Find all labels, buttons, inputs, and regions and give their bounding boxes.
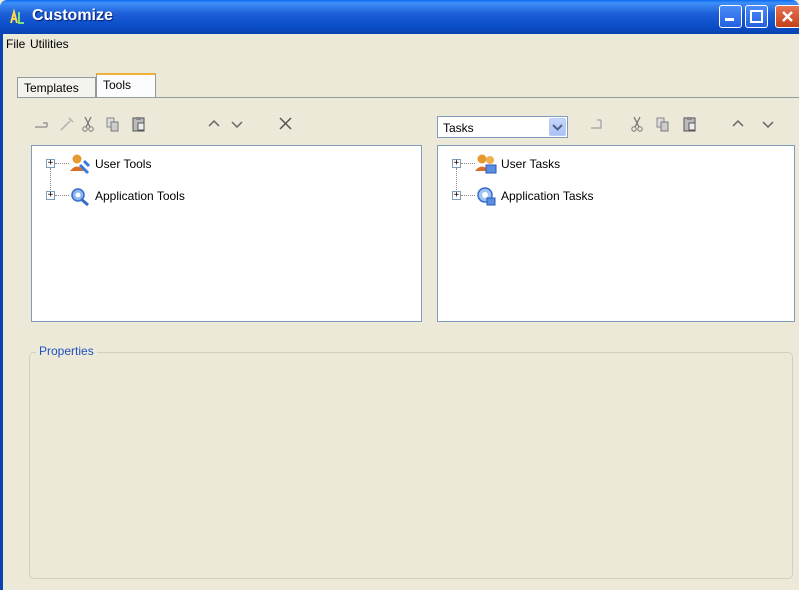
edit-tool-button[interactable]	[58, 115, 76, 133]
user-tools-icon	[70, 154, 91, 175]
maximize-button[interactable]	[745, 5, 768, 28]
properties-label: Properties	[36, 344, 97, 358]
close-button[interactable]	[775, 5, 799, 28]
window-title: Customize	[32, 7, 113, 24]
expand-icon[interactable]: +	[46, 191, 55, 200]
menu-bar: File Utilities	[0, 34, 799, 54]
tree-connector	[461, 195, 475, 196]
tab-templates[interactable]: Templates	[17, 77, 96, 98]
move-down-icon	[762, 121, 774, 129]
add-task-button[interactable]	[588, 115, 606, 133]
tree-item-label: User Tasks	[501, 157, 561, 171]
title-bar[interactable]: Customize	[0, 0, 799, 34]
copy-icon	[106, 117, 119, 132]
paste-button[interactable]	[681, 115, 699, 133]
dropdown-value: Tasks	[443, 121, 474, 135]
expand-icon[interactable]: +	[452, 191, 461, 200]
tree-item-user-tasks[interactable]: + User Tasks	[438, 154, 794, 174]
menu-file[interactable]: File	[6, 37, 25, 51]
cut-button[interactable]	[79, 115, 97, 133]
delete-button[interactable]	[277, 115, 295, 133]
tree-item-application-tools[interactable]: + Application Tools	[32, 186, 421, 207]
move-up-button[interactable]	[205, 115, 223, 133]
app-icon	[10, 9, 24, 24]
tab-tools[interactable]: Tools	[96, 73, 156, 98]
paste-button[interactable]	[130, 115, 148, 133]
application-tasks-icon	[477, 187, 496, 206]
paste-icon	[683, 117, 696, 132]
minimize-button[interactable]	[719, 5, 742, 28]
minimize-icon	[725, 18, 734, 21]
user-tasks-icon	[475, 154, 497, 174]
add-task-icon	[591, 119, 602, 129]
expand-icon[interactable]: +	[452, 159, 461, 168]
tree-item-label: User Tools	[95, 157, 152, 171]
tree-connector	[461, 163, 475, 164]
add-tool-icon	[35, 122, 48, 128]
tools-tree[interactable]: + User Tools + Application Tools	[31, 145, 422, 322]
edit-tool-icon	[60, 117, 74, 131]
copy-button[interactable]	[104, 115, 122, 133]
maximize-icon	[750, 10, 763, 23]
add-tool-button[interactable]	[33, 115, 51, 133]
properties-group	[29, 352, 793, 579]
tab-panel-border	[17, 97, 799, 98]
move-up-button[interactable]	[729, 115, 747, 133]
move-down-button[interactable]	[759, 115, 777, 133]
move-down-button[interactable]	[228, 115, 246, 133]
tree-connector	[55, 195, 69, 196]
tasks-tree[interactable]: + User Tasks + Application Tasks	[437, 145, 795, 322]
tree-item-user-tools[interactable]: + User Tools	[32, 154, 421, 175]
move-up-icon	[208, 119, 220, 127]
close-icon	[782, 11, 793, 22]
move-up-icon	[732, 119, 744, 127]
cut-button[interactable]	[628, 115, 646, 133]
application-tools-icon	[71, 188, 89, 207]
chevron-down-icon	[552, 124, 563, 131]
task-type-dropdown[interactable]: Tasks	[437, 116, 568, 138]
dropdown-arrow-button[interactable]	[549, 118, 566, 136]
copy-icon	[656, 117, 669, 132]
menu-utilities[interactable]: Utilities	[30, 37, 69, 51]
expand-icon[interactable]: +	[46, 159, 55, 168]
paste-icon	[132, 117, 145, 132]
cut-icon	[631, 116, 643, 132]
copy-button[interactable]	[654, 115, 672, 133]
tree-item-label: Application Tools	[95, 189, 185, 203]
cut-icon	[82, 116, 94, 132]
tree-item-label: Application Tasks	[501, 189, 594, 203]
tree-item-application-tasks[interactable]: + Application Tasks	[438, 186, 794, 206]
window-frame	[0, 34, 3, 590]
move-down-icon	[231, 121, 243, 129]
delete-icon	[279, 117, 292, 130]
tree-connector	[55, 163, 69, 164]
